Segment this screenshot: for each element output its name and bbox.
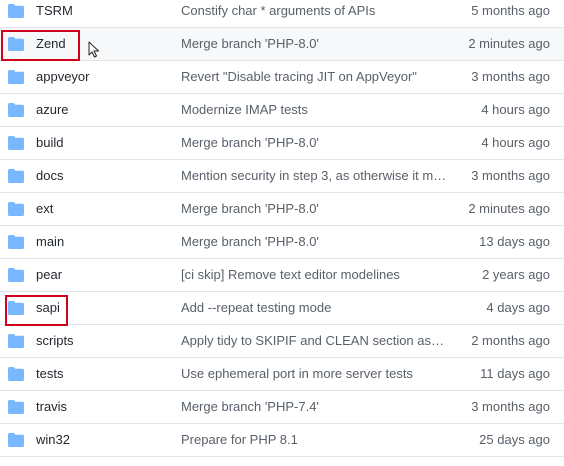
folder-icon [8, 127, 24, 159]
commit-message-link[interactable]: Merge branch 'PHP-8.0' [181, 193, 447, 225]
file-row[interactable]: Zend Merge branch 'PHP-8.0' 2 minutes ago [0, 28, 564, 61]
commit-message-link[interactable]: Merge branch 'PHP-7.4' [181, 391, 447, 423]
commit-message-link[interactable]: Apply tidy to SKIPIF and CLEAN section a… [181, 325, 447, 357]
mouse-cursor-icon [88, 41, 99, 58]
file-row[interactable]: scripts Apply tidy to SKIPIF and CLEAN se… [0, 325, 564, 358]
file-name-link[interactable]: win32 [36, 424, 156, 456]
commit-message-link[interactable]: Prepare for PHP 8.1 [181, 424, 447, 456]
commit-age: 4 days ago [486, 300, 550, 315]
commit-age: 4 hours ago [481, 135, 550, 150]
commit-age: 2 years ago [482, 267, 550, 282]
commit-message-link[interactable]: Mention security in step 3, as otherwise… [181, 160, 447, 192]
file-row[interactable]: appveyor Revert "Disable tracing JIT on A… [0, 61, 564, 94]
folder-icon [8, 325, 24, 357]
file-row[interactable]: docs Mention security in step 3, as other… [0, 160, 564, 193]
folder-icon [8, 226, 24, 258]
commit-age: 4 hours ago [481, 102, 550, 117]
file-name-link[interactable]: docs [36, 160, 156, 192]
commit-message-link[interactable]: Merge branch 'PHP-8.0' [181, 226, 447, 258]
file-name-link[interactable]: appveyor [36, 61, 156, 93]
file-name-link[interactable]: main [36, 226, 156, 258]
file-row[interactable]: main Merge branch 'PHP-8.0' 13 days ago [0, 226, 564, 259]
commit-age: 5 months ago [471, 3, 550, 18]
folder-icon [8, 193, 24, 225]
commit-message-link[interactable]: Merge branch 'PHP-8.0' [181, 28, 447, 60]
file-name-link[interactable]: scripts [36, 325, 156, 357]
commit-age: 11 days ago [480, 366, 550, 381]
commit-age: 3 months ago [471, 168, 550, 183]
file-row[interactable]: win32 Prepare for PHP 8.1 25 days ago [0, 424, 564, 457]
commit-message-link[interactable]: Use ephemeral port in more server tests [181, 358, 447, 390]
commit-message-link[interactable]: Add --repeat testing mode [181, 292, 447, 324]
file-name-link[interactable]: build [36, 127, 156, 159]
folder-icon [8, 28, 24, 60]
commit-age: 13 days ago [479, 234, 550, 249]
file-row[interactable]: pear [ci skip] Remove text editor modelin… [0, 259, 564, 292]
file-name-link[interactable]: travis [36, 391, 156, 423]
folder-icon [8, 259, 24, 291]
commit-age: 2 minutes ago [468, 201, 550, 216]
folder-icon [8, 391, 24, 423]
commit-age: 3 months ago [471, 399, 550, 414]
commit-age: 3 months ago [471, 69, 550, 84]
file-row[interactable]: sapi Add --repeat testing mode 4 days ago [0, 292, 564, 325]
commit-age: 25 days ago [479, 432, 550, 447]
commit-message-link[interactable]: Modernize IMAP tests [181, 94, 447, 126]
file-name-link[interactable]: tests [36, 358, 156, 390]
file-name-link[interactable]: ext [36, 193, 156, 225]
file-row[interactable]: travis Merge branch 'PHP-7.4' 3 months ago [0, 391, 564, 424]
folder-icon [8, 424, 24, 456]
folder-icon [8, 94, 24, 126]
folder-icon [8, 358, 24, 390]
file-name-link[interactable]: sapi [36, 292, 156, 324]
commit-message-link[interactable]: Merge branch 'PHP-8.0' [181, 127, 447, 159]
commit-message-link[interactable]: [ci skip] Remove text editor modelines [181, 259, 447, 291]
file-row[interactable]: build Merge branch 'PHP-8.0' 4 hours ago [0, 127, 564, 160]
commit-age: 2 minutes ago [468, 36, 550, 51]
commit-message-link[interactable]: Constify char * arguments of APIs [181, 0, 447, 27]
file-name-link[interactable]: pear [36, 259, 156, 291]
file-name-link[interactable]: azure [36, 94, 156, 126]
commit-age: 2 months ago [471, 333, 550, 348]
file-list: TSRM Constify char * arguments of APIs 5 m… [0, 0, 564, 457]
file-row[interactable]: ext Merge branch 'PHP-8.0' 2 minutes ago [0, 193, 564, 226]
folder-icon [8, 160, 24, 192]
file-row[interactable]: azure Modernize IMAP tests 4 hours ago [0, 94, 564, 127]
commit-message-link[interactable]: Revert "Disable tracing JIT on AppVeyor" [181, 61, 447, 93]
file-row[interactable]: TSRM Constify char * arguments of APIs 5 m… [0, 0, 564, 28]
file-row[interactable]: tests Use ephemeral port in more server t… [0, 358, 564, 391]
file-name-link[interactable]: TSRM [36, 0, 156, 27]
folder-icon [8, 292, 24, 324]
folder-icon [8, 0, 24, 27]
folder-icon [8, 61, 24, 93]
